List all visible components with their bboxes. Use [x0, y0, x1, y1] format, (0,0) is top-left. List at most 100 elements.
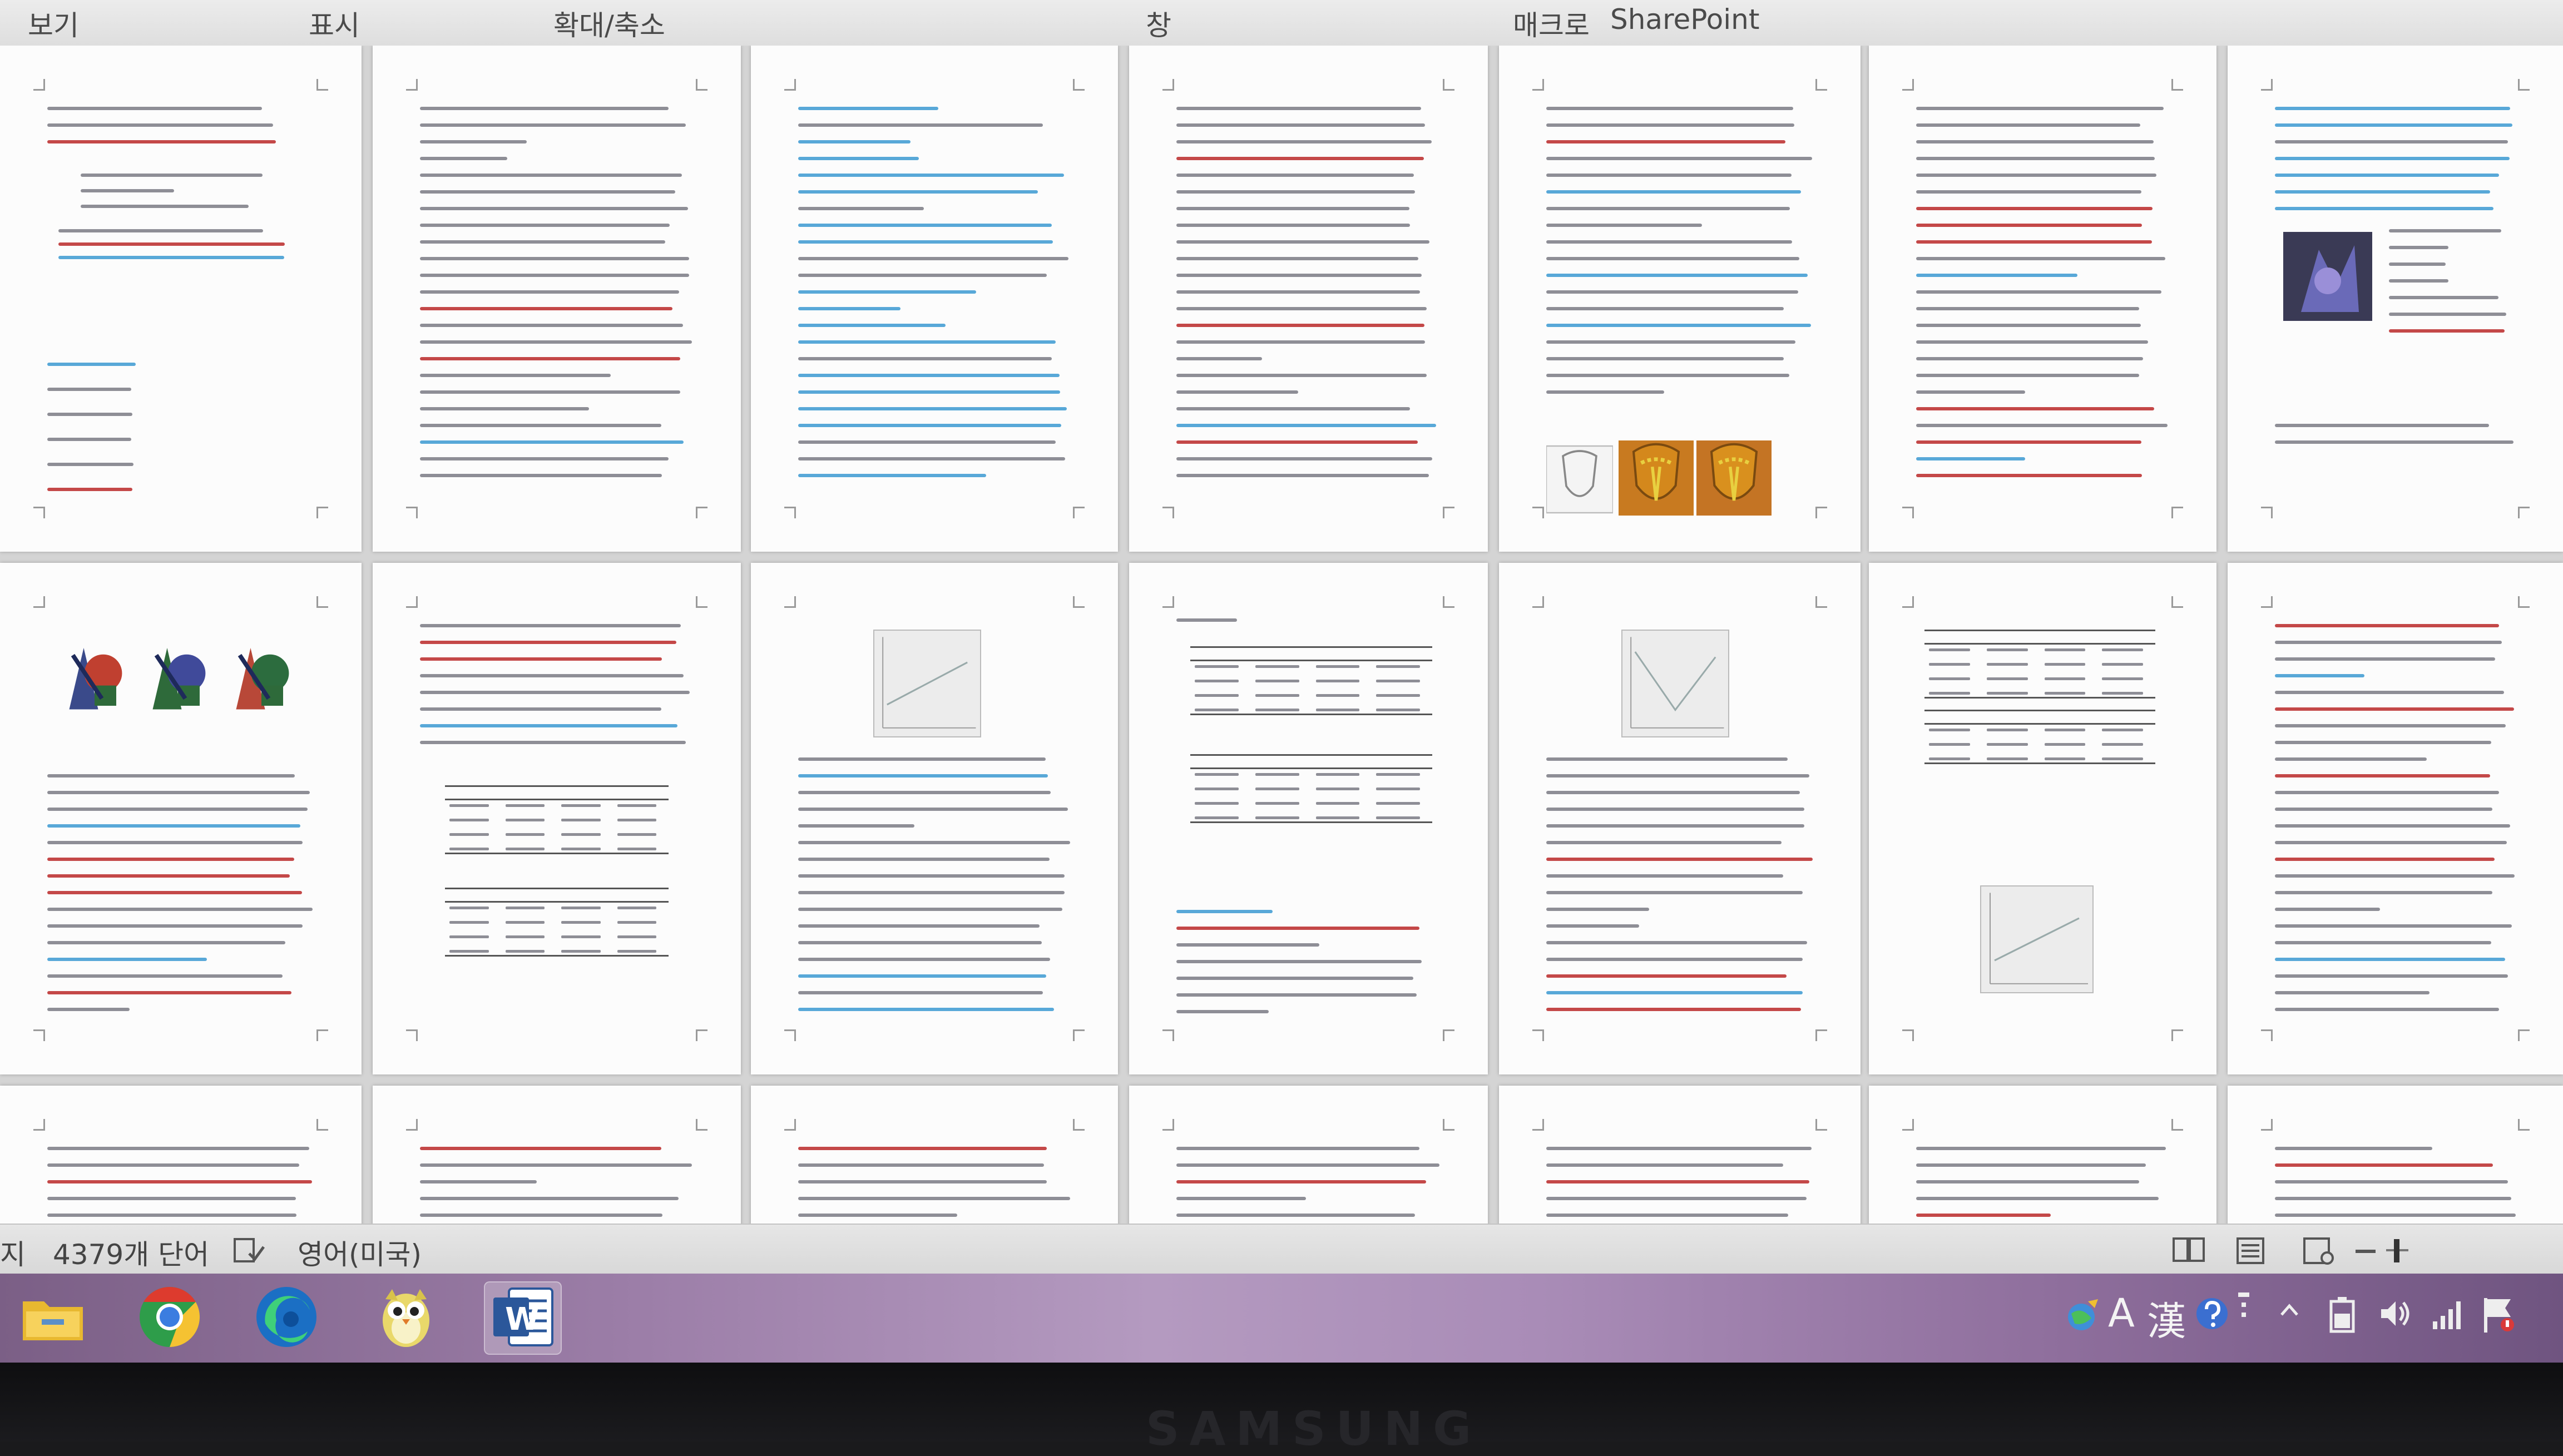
- table-cell: [617, 833, 656, 836]
- text-line: [420, 674, 684, 677]
- zoom-out-icon[interactable]: [2356, 1246, 2376, 1256]
- page-corner-mark: [1815, 1029, 1827, 1041]
- text-line: [420, 340, 692, 344]
- document-page-thumbnail[interactable]: [1129, 1086, 1488, 1224]
- document-page-thumbnail[interactable]: [1129, 563, 1488, 1074]
- page-corner-mark: [316, 596, 328, 608]
- table-cell: [1255, 816, 1299, 819]
- table-cell: [1195, 788, 1239, 790]
- table-rule: [445, 799, 669, 800]
- document-page-thumbnail[interactable]: [2228, 46, 2563, 552]
- text-line: [798, 808, 1068, 811]
- document-page-thumbnail[interactable]: [0, 563, 362, 1074]
- action-center-flag-icon[interactable]: [2481, 1296, 2516, 1337]
- edge-button[interactable]: [248, 1281, 325, 1355]
- table-cell: [1315, 694, 1360, 697]
- word-button[interactable]: W: [484, 1281, 562, 1355]
- tab-sharepoint[interactable]: SharePoint: [1610, 3, 1759, 36]
- word-count[interactable]: 4379개 단어: [53, 1232, 209, 1272]
- table: [1924, 630, 2155, 699]
- table-cell: [1376, 802, 1420, 805]
- document-page-thumbnail[interactable]: [1129, 46, 1488, 552]
- tab-view[interactable]: 보기: [28, 3, 79, 43]
- table-cell: [561, 921, 601, 924]
- table-cell: [2044, 729, 2086, 731]
- document-page-thumbnail[interactable]: [0, 1086, 362, 1224]
- colored-skull-map-image: [58, 641, 131, 715]
- print-layout-icon[interactable]: [2236, 1237, 2265, 1267]
- proofing-icon[interactable]: [232, 1237, 266, 1267]
- document-page-thumbnail[interactable]: [751, 1086, 1118, 1224]
- document-workspace[interactable]: [0, 46, 2563, 1224]
- owl-icon: [375, 1284, 437, 1353]
- file-explorer-button[interactable]: [14, 1281, 92, 1355]
- document-page-thumbnail[interactable]: [1499, 563, 1861, 1074]
- text-line: [2389, 296, 2498, 299]
- read-mode-icon[interactable]: [2172, 1237, 2205, 1265]
- battery-icon[interactable]: [2328, 1296, 2359, 1337]
- text-line: [798, 424, 1061, 427]
- hanja-button[interactable]: 漢: [2147, 1290, 2186, 1346]
- page-corner-mark: [2518, 1029, 2530, 1041]
- text-line: [798, 374, 1060, 377]
- text-line: [1546, 307, 1784, 310]
- document-page-thumbnail[interactable]: [373, 563, 741, 1074]
- text-line: [798, 190, 1038, 194]
- tab-macros[interactable]: 매크로: [1513, 3, 1590, 43]
- table-cell: [1255, 665, 1299, 668]
- tab-show[interactable]: 표시: [309, 3, 360, 43]
- language-bar-icon[interactable]: [2064, 1296, 2102, 1337]
- web-layout-icon[interactable]: [2303, 1237, 2335, 1267]
- volume-icon[interactable]: [2378, 1296, 2413, 1334]
- text-line: [2275, 824, 2510, 828]
- document-page-thumbnail[interactable]: [373, 1086, 741, 1224]
- tab-zoom[interactable]: 확대/축소: [553, 3, 665, 43]
- text-line: [2275, 974, 2508, 978]
- page-corner-mark: [406, 79, 418, 91]
- document-page-thumbnail[interactable]: [751, 563, 1118, 1074]
- chrome-button[interactable]: [131, 1281, 209, 1355]
- text-line: [2389, 313, 2506, 316]
- status-bar: 지 4379개 단어 영어(미국): [0, 1224, 2563, 1275]
- table-cell: [1986, 729, 2028, 731]
- document-page-thumbnail[interactable]: [2228, 1086, 2563, 1224]
- text-line: [1546, 123, 1795, 127]
- table-cell: [1986, 677, 2028, 680]
- show-hidden-icons-chevron-up-icon[interactable]: [2279, 1303, 2299, 1319]
- table-cell: [1376, 680, 1420, 682]
- zoom-slider[interactable]: [2386, 1238, 2408, 1266]
- text-line: [798, 440, 1056, 444]
- document-page-thumbnail[interactable]: [1499, 1086, 1861, 1224]
- text-line: [2389, 263, 2446, 266]
- text-line: [47, 891, 303, 894]
- tab-window[interactable]: 창: [1146, 3, 1171, 43]
- document-page-thumbnail[interactable]: [1869, 1086, 2216, 1224]
- network-signal-icon[interactable]: [2431, 1296, 2466, 1334]
- bird-mascot-button[interactable]: [367, 1281, 445, 1355]
- text-line: [420, 1197, 679, 1200]
- text-line: [47, 388, 132, 391]
- page-corner-mark: [406, 1119, 418, 1131]
- ime-options-icon[interactable]: [2236, 1290, 2253, 1331]
- ime-mode-indicator[interactable]: A: [2108, 1290, 2135, 1336]
- language-indicator[interactable]: 영어(미국): [298, 1232, 422, 1272]
- document-page-thumbnail[interactable]: [751, 46, 1118, 552]
- document-page-thumbnail[interactable]: [1869, 46, 2216, 552]
- text-line: [420, 274, 689, 277]
- document-page-thumbnail[interactable]: [2228, 563, 2563, 1074]
- table-cell: [561, 804, 601, 807]
- document-page-thumbnail[interactable]: [0, 46, 362, 552]
- document-page-thumbnail[interactable]: [373, 46, 741, 552]
- table-rule: [445, 955, 669, 957]
- text-line: [1176, 290, 1420, 294]
- page-corner-mark: [2171, 507, 2183, 518]
- document-page-thumbnail[interactable]: [1499, 46, 1861, 552]
- text-line: [1546, 274, 1808, 277]
- help-icon[interactable]: [2194, 1296, 2230, 1334]
- text-line: [1176, 374, 1427, 377]
- text-line: [1546, 1163, 1784, 1167]
- table-rule: [1924, 762, 2155, 764]
- document-page-thumbnail[interactable]: [1869, 563, 2216, 1074]
- text-line: [798, 791, 1051, 794]
- text-line: [1546, 824, 1805, 828]
